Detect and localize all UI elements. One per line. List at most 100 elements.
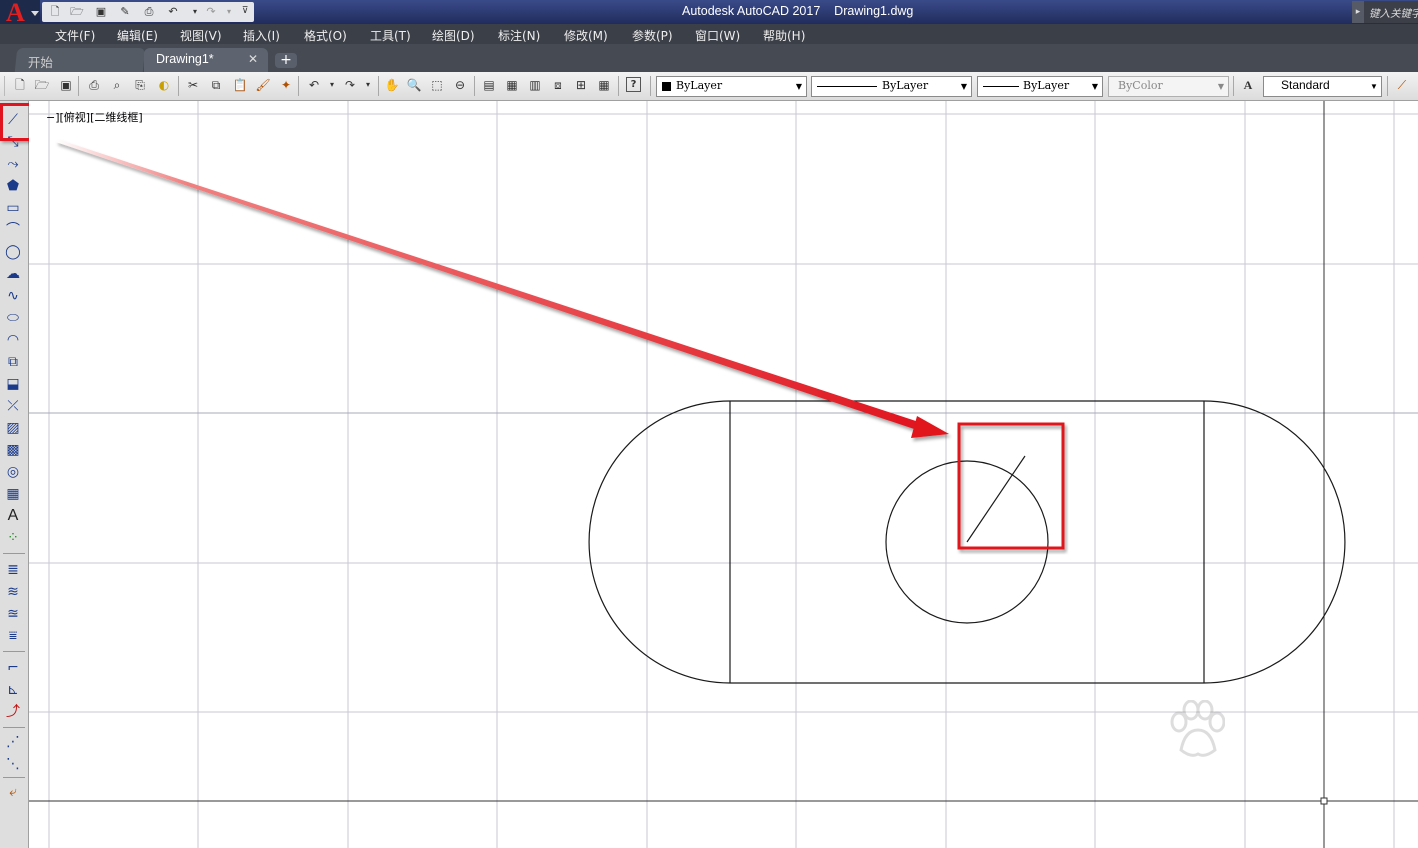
chevron-right-icon[interactable]: ▸ — [1352, 1, 1364, 23]
redo-dropdown-icon[interactable]: ▾ — [222, 5, 236, 18]
menu-tools[interactable]: 工具(T) — [370, 27, 411, 44]
menu-format[interactable]: 格式(O) — [304, 27, 347, 44]
multiline-text-icon[interactable]: A — [4, 507, 22, 525]
zoom-window-icon[interactable]: ⬚ — [429, 77, 445, 93]
revision-cloud-icon[interactable]: ☁ — [4, 265, 22, 283]
zoom-realtime-icon[interactable]: 🔍 — [406, 77, 422, 93]
new-icon[interactable]: 🗋 — [12, 77, 28, 93]
linetype-dropdown[interactable]: ByLayer ▼ — [811, 76, 972, 97]
point-icon[interactable]: ⤫ — [4, 397, 22, 415]
tab-start-label: 开始 — [27, 56, 53, 70]
open-icon[interactable]: 🗁 — [34, 77, 50, 93]
render-icon[interactable]: ◐ — [156, 77, 172, 93]
save-icon[interactable]: ▣ — [58, 77, 74, 93]
search-box[interactable]: ▸ 键入关键字 — [1352, 1, 1418, 23]
customize-qat-icon[interactable]: ⊽ — [238, 5, 252, 18]
application-menu-button[interactable]: A — [0, 0, 40, 27]
design-center-icon[interactable]: ▦ — [504, 77, 520, 93]
undo-icon[interactable]: ↶ — [166, 5, 180, 18]
undo-dropdown-icon[interactable]: ▾ — [188, 5, 202, 18]
sheet-set-icon[interactable]: ⧈ — [550, 77, 566, 93]
help-icon[interactable]: ? — [626, 77, 641, 92]
undo-dropdown-icon[interactable]: ▾ — [324, 77, 340, 93]
paste-icon[interactable]: 📋 — [232, 77, 248, 93]
redo-icon[interactable]: ↷ — [342, 77, 358, 93]
layer-isolate-icon[interactable]: ⩸ — [4, 627, 22, 645]
gradient-icon[interactable]: ▩ — [4, 441, 22, 459]
copy-icon[interactable]: ⧉ — [208, 77, 224, 93]
tab-drawing1[interactable]: Drawing1* ✕ — [144, 48, 268, 72]
rectangle-icon[interactable]: ▭ — [4, 199, 22, 217]
chamfer-icon[interactable]: ⊾ — [4, 681, 22, 699]
new-tab-button[interactable]: + — [275, 53, 297, 68]
spline-icon[interactable]: ∿ — [4, 287, 22, 305]
join-icon[interactable]: ⋰ — [4, 733, 22, 751]
menu-view[interactable]: 视图(V) — [180, 27, 222, 44]
menu-window[interactable]: 窗口(W) — [695, 27, 740, 44]
drawing-canvas[interactable]: [−][俯视][二维线框] — [29, 101, 1418, 848]
layer-previous-icon[interactable]: ≋ — [4, 583, 22, 601]
layer-match-icon[interactable]: ≊ — [4, 605, 22, 623]
viewport-minus[interactable]: − — [46, 111, 55, 124]
break-icon[interactable]: ⋱ — [4, 755, 22, 773]
undo-icon[interactable]: ↶ — [306, 77, 322, 93]
circle-icon[interactable]: ◯ — [4, 243, 22, 261]
properties-icon[interactable]: ▤ — [481, 77, 497, 93]
blend-curves-icon[interactable]: ⤴ — [4, 703, 22, 721]
print-icon[interactable]: ⎙ — [86, 77, 102, 93]
edit-polyline-icon[interactable]: ⤶ — [4, 783, 22, 801]
make-block-icon[interactable]: ⬓ — [4, 375, 22, 393]
dimension-style-icon[interactable]: ⟋ — [1394, 77, 1410, 93]
layer-properties-icon[interactable]: ≣ — [4, 561, 22, 579]
plot-preview-icon[interactable]: ⌕ — [109, 77, 125, 93]
close-icon[interactable]: ✕ — [248, 52, 258, 66]
region-icon[interactable]: ◎ — [4, 463, 22, 481]
toolbar-separator — [298, 76, 299, 96]
ellipse-icon[interactable]: ⬭ — [4, 309, 22, 327]
menu-dimension[interactable]: 标注(N) — [498, 27, 540, 44]
save-as-icon[interactable]: ✎ — [118, 5, 132, 18]
block-editor-icon[interactable]: ✦ — [278, 77, 294, 93]
viewport-label[interactable]: [−][俯视][二维线框] — [46, 109, 143, 125]
hatch-icon[interactable]: ▨ — [4, 419, 22, 437]
polygon-icon[interactable]: ⬟ — [4, 177, 22, 195]
menu-draw[interactable]: 绘图(D) — [432, 27, 475, 44]
tab-start[interactable]: 开始 — [14, 48, 146, 72]
menu-help[interactable]: 帮助(H) — [763, 27, 805, 44]
markup-icon[interactable]: ⊞ — [573, 77, 589, 93]
menu-modify[interactable]: 修改(M) — [564, 27, 608, 44]
zoom-previous-icon[interactable]: ⊖ — [452, 77, 468, 93]
table-icon[interactable]: ▦ — [4, 485, 22, 503]
calculator-icon[interactable]: ▦ — [596, 77, 612, 93]
plot-icon[interactable]: ⎙ — [142, 5, 156, 18]
polyline-icon[interactable]: ⤳ — [4, 155, 22, 173]
open-icon[interactable]: 🗁 — [70, 5, 84, 18]
viewport-style[interactable]: 二维线框 — [94, 111, 138, 124]
menu-insert[interactable]: 插入(I) — [243, 27, 280, 44]
menu-file[interactable]: 文件(F) — [55, 27, 95, 44]
text-style-dropdown[interactable]: Standard ▼ — [1263, 76, 1382, 97]
redo-icon[interactable]: ↷ — [204, 5, 218, 18]
new-icon[interactable]: 🗋 — [48, 5, 62, 18]
save-icon[interactable]: ▣ — [94, 5, 108, 18]
cut-icon[interactable]: ✂ — [185, 77, 201, 93]
chevron-down-icon: ▼ — [960, 82, 968, 91]
tool-palettes-icon[interactable]: ▥ — [527, 77, 543, 93]
color-dropdown[interactable]: ByLayer ▼ — [656, 76, 807, 97]
insert-block-icon[interactable]: ⧉ — [4, 353, 22, 371]
publish-icon[interactable]: ⎘ — [132, 77, 148, 93]
text-style-icon[interactable]: A — [1240, 77, 1256, 93]
tab-drawing1-label: Drawing1* — [156, 52, 214, 66]
menu-parametric[interactable]: 参数(P) — [632, 27, 673, 44]
arc-icon[interactable]: ⌒ — [4, 221, 22, 239]
lineweight-dropdown[interactable]: ByLayer ▼ — [977, 76, 1103, 97]
fillet-icon[interactable]: ⌐ — [4, 659, 22, 677]
match-properties-icon[interactable]: 🖌 — [255, 77, 271, 93]
add-selected-icon[interactable]: ⁘ — [4, 529, 22, 547]
ellipse-arc-icon[interactable]: ◠ — [4, 331, 22, 349]
menu-edit[interactable]: 编辑(E) — [117, 27, 158, 44]
pan-icon[interactable]: ✋ — [384, 77, 400, 93]
redo-dropdown-icon[interactable]: ▾ — [360, 77, 376, 93]
viewport-view[interactable]: ][俯视][ — [55, 111, 94, 124]
quick-access-toolbar: 🗋 🗁 ▣ ✎ ⎙ ↶ ▾ ↷ ▾ ⊽ — [42, 2, 254, 22]
